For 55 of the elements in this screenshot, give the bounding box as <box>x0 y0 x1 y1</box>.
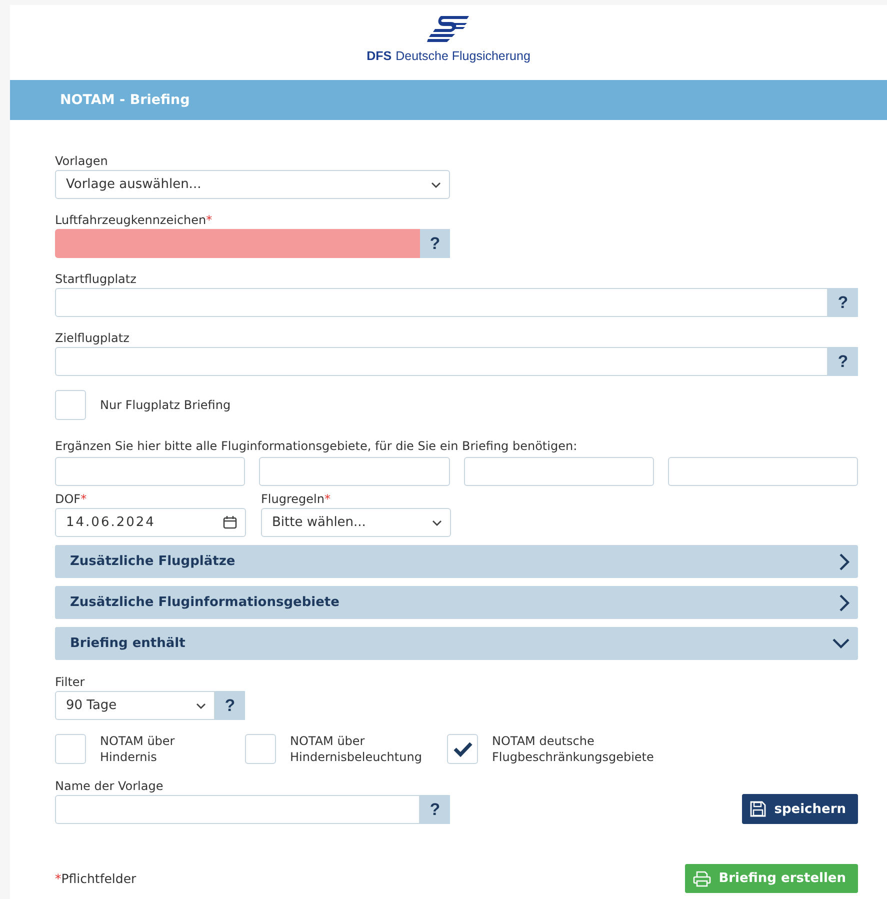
field-label: Startflugplatz <box>55 272 136 286</box>
accordion-header[interactable]: Briefing enthält <box>55 627 858 660</box>
field-label: Vorlagen <box>55 154 108 168</box>
chevron-right-icon <box>839 552 850 570</box>
field-label: DOF <box>55 492 81 506</box>
checkbox-label: NOTAM über Hindernisbeleuchtung <box>290 733 422 765</box>
field-label: Flugregeln <box>261 492 324 506</box>
checkmark-icon <box>452 741 472 757</box>
fir-field[interactable] <box>55 457 246 486</box>
chevron-right-icon <box>839 594 850 612</box>
checkbox[interactable] <box>55 390 86 420</box>
save-button[interactable]: speichern <box>742 794 858 824</box>
checkbox-label: NOTAM über Hindernis <box>100 733 175 765</box>
text-field[interactable] <box>55 229 420 258</box>
date-field[interactable]: 14.06.2024 <box>55 508 246 537</box>
help-button[interactable]: ? <box>420 229 450 258</box>
page-title: NOTAM - Briefing <box>60 92 190 108</box>
required-mark: * <box>324 492 330 506</box>
field-label: Luftfahrzeugkennzeichen <box>55 213 206 227</box>
printer-icon <box>692 870 711 886</box>
checkbox[interactable] <box>245 734 276 764</box>
logo-icon <box>426 15 470 43</box>
help-button[interactable]: ? <box>420 795 450 824</box>
field-label: Zielflugplatz <box>55 331 130 345</box>
help-button[interactable]: ? <box>215 691 245 720</box>
accordion-header[interactable]: Zusätzliche Fluginformationsgebiete <box>55 586 858 619</box>
checkbox[interactable] <box>447 734 478 764</box>
checkbox[interactable] <box>55 734 86 764</box>
help-button[interactable]: ? <box>828 347 858 376</box>
help-button[interactable]: ? <box>828 288 858 317</box>
chevron-down-icon <box>432 520 442 526</box>
required-mark: * <box>80 492 87 506</box>
field-label: Filter <box>55 675 85 689</box>
required-note: *Pflichtfelder <box>55 871 136 886</box>
text-field[interactable] <box>55 288 828 317</box>
checkbox-label: NOTAM deutsche Flugbeschränkungsgebiete <box>492 733 654 765</box>
field-label: Ergänzen Sie hier bitte alle Fluginformationsgebiete, für die Sie ein Briefing benötigen: <box>55 439 578 453</box>
text-field[interactable] <box>55 347 828 376</box>
chevron-down-icon <box>431 182 441 188</box>
template-select[interactable]: Vorlage auswählen... <box>55 170 450 199</box>
flight-rules-select[interactable]: Bitte wählen... <box>261 508 451 537</box>
logo-abbreviation: DFS <box>366 49 392 63</box>
checkbox-label: Nur Flugplatz Briefing <box>100 397 231 413</box>
fir-field[interactable] <box>668 457 858 486</box>
logo-name: Deutsche Flugsicherung <box>396 49 530 63</box>
fir-field[interactable] <box>259 457 450 486</box>
filter-select[interactable]: 90 Tage <box>55 691 215 720</box>
chevron-down-icon <box>196 702 206 708</box>
text-field[interactable] <box>55 795 420 824</box>
calendar-icon <box>223 516 237 529</box>
field-label: Name der Vorlage <box>55 779 164 793</box>
chevron-down-icon <box>832 638 850 649</box>
fir-field[interactable] <box>464 457 654 486</box>
required-mark: * <box>206 213 212 227</box>
accordion-header[interactable]: Zusätzliche Flugplätze <box>55 545 858 578</box>
